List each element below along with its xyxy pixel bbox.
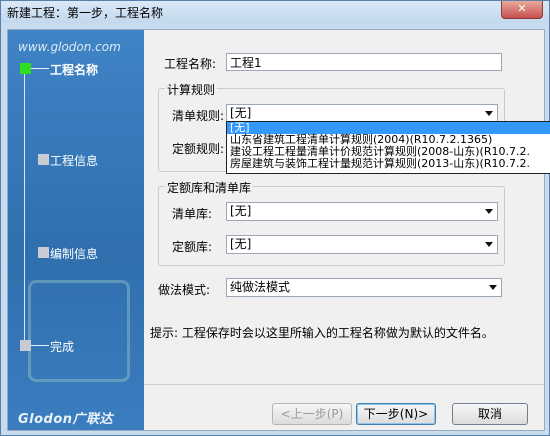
quota-lib-label: 定额库: (172, 240, 213, 254)
bill-rule-dropdown-list: [无] 山东省建筑工程清单计算规则(2004)(R10.7.2.1365) 建设… (226, 121, 550, 174)
bill-lib-value: [无] (230, 204, 252, 218)
step-label: 编制信息 (50, 247, 99, 261)
method-label: 做法模式: (158, 283, 211, 297)
hint-text: 提示: 工程保存时会以这里所输入的工程名称做为默认的文件名。 (150, 326, 494, 340)
method-value: 纯做法模式 (230, 280, 291, 294)
quota-rule-label: 定额规则: (172, 142, 225, 156)
title-bar: 新建工程：第一步，工程名称 ✕ (1, 1, 549, 23)
site-url: www.glodon.com (18, 40, 121, 54)
chevron-down-icon (485, 209, 493, 214)
step-connector (31, 68, 49, 69)
chevron-down-icon (485, 111, 493, 116)
step-label: 完成 (50, 340, 75, 354)
bill-rule-label: 清单规则: (172, 109, 225, 123)
calc-rules-title: 计算规则 (165, 81, 218, 98)
glodon-logo: Glodon广联达 (18, 412, 114, 427)
cancel-button[interactable]: 取消 (452, 403, 528, 425)
dropdown-option[interactable]: 房屋建筑与装饰工程计量规范计算规则(2013-山东)(R10.7.2. (227, 158, 550, 170)
next-button[interactable]: 下一步(N)> (356, 403, 436, 425)
wizard-sidebar: www.glodon.com 工程名称 工程信息 编制信息 完成 Glodon广… (8, 30, 144, 430)
window-title: 新建工程：第一步，工程名称 (7, 6, 164, 20)
project-name-input[interactable]: 工程1 (226, 53, 502, 71)
libraries-title: 定额库和清单库 (165, 179, 254, 196)
method-select[interactable]: 纯做法模式 (226, 278, 502, 297)
bill-rule-value: [无] (230, 106, 252, 120)
step-marker-icon (20, 340, 31, 351)
step-line (24, 66, 25, 346)
step-marker-icon (20, 63, 31, 74)
step-label: 工程信息 (50, 154, 99, 168)
divider (144, 384, 544, 385)
step-label: 工程名称 (50, 63, 99, 77)
project-name-label: 工程名称: (164, 57, 217, 71)
bill-lib-label: 清单库: (172, 207, 213, 221)
step-marker-icon (38, 247, 49, 258)
step-marker-icon (38, 154, 49, 165)
decorative-graphic (28, 280, 130, 382)
wizard-client-area: www.glodon.com 工程名称 工程信息 编制信息 完成 Glodon广… (7, 29, 545, 431)
step-connector (31, 345, 49, 346)
bill-lib-select[interactable]: [无] (226, 202, 498, 221)
quota-lib-value: [无] (230, 237, 252, 251)
prev-button[interactable]: <上一步(P) (272, 403, 352, 425)
chevron-down-icon (489, 285, 497, 290)
quota-lib-select[interactable]: [无] (226, 235, 498, 254)
wizard-main-panel: 工程名称: 工程1 计算规则 清单规则: [无] 定额规则: 定额库和清单库 清… (144, 30, 544, 430)
chevron-down-icon (485, 242, 493, 247)
close-icon[interactable]: ✕ (501, 1, 543, 19)
new-project-wizard-window: 新建工程：第一步，工程名称 ✕ www.glodon.com 工程名称 工程信息… (0, 0, 550, 436)
